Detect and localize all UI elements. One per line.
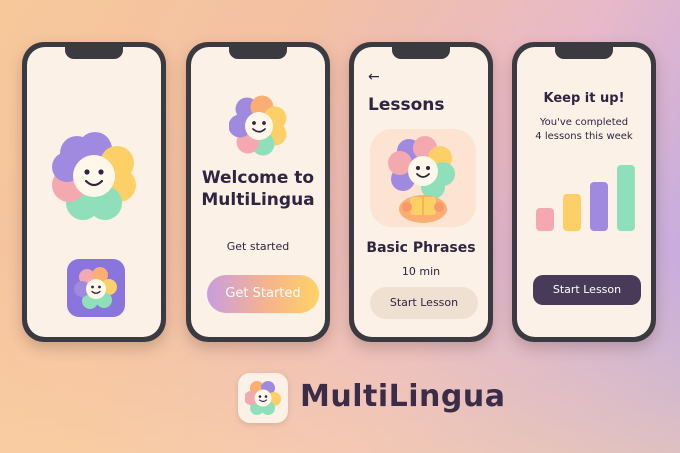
brand-footer: MultiLingua — [238, 373, 505, 425]
progress-bar — [563, 194, 581, 231]
get-started-button[interactable]: Get Started — [207, 275, 319, 313]
splash-screen — [27, 47, 161, 337]
progress-bar — [617, 165, 635, 231]
progress-summary-line1: You've completed — [539, 117, 629, 128]
phone-lessons: ← Lessons Basic Phrases 10 min Start Les… — [349, 42, 493, 342]
lesson-name: Basic Phrases — [366, 240, 476, 256]
welcome-title: Welcome to MultiLingua — [191, 167, 325, 211]
welcome-title-line2: MultiLingua — [201, 190, 315, 210]
flower-mascot-icon — [229, 95, 287, 156]
lesson-duration: 10 min — [401, 265, 441, 278]
flower-mascot-icon — [52, 132, 136, 220]
welcome-subtitle: Get started — [226, 240, 290, 253]
progress-summary-line2: 4 lessons this week — [535, 131, 633, 142]
phone-notch — [392, 47, 450, 59]
start-lesson-button[interactable]: Start Lesson — [533, 275, 641, 305]
phone-notch — [555, 47, 613, 59]
progress-heading: Keep it up! — [543, 91, 625, 106]
progress-bar — [536, 208, 554, 231]
brand-name: MultiLingua — [300, 379, 506, 414]
lessons-screen: ← Lessons Basic Phrases 10 min Start Les… — [354, 47, 488, 337]
phone-notch — [65, 47, 123, 59]
app-icon — [67, 259, 125, 317]
flower-mascot-reading-icon — [388, 136, 455, 223]
progress-summary: You've completed 4 lessons this week — [517, 116, 651, 144]
lessons-title: Lessons — [368, 95, 445, 115]
phone-splash — [22, 42, 166, 342]
welcome-screen: Welcome to MultiLingua Get started Get S… — [191, 47, 325, 337]
progress-bar — [590, 182, 608, 231]
weekly-progress-chart — [533, 159, 641, 231]
brand-logo-tile — [238, 373, 288, 423]
lesson-card[interactable] — [370, 129, 476, 227]
back-arrow-icon[interactable]: ← — [368, 69, 380, 85]
start-lesson-button[interactable]: Start Lesson — [370, 287, 478, 319]
flower-logo-icon — [245, 381, 281, 415]
phone-notch — [229, 47, 287, 59]
progress-screen: Keep it up! You've completed 4 lessons t… — [517, 47, 651, 337]
welcome-title-line1: Welcome to — [201, 168, 315, 188]
phone-welcome: Welcome to MultiLingua Get started Get S… — [186, 42, 330, 342]
phone-progress: Keep it up! You've completed 4 lessons t… — [512, 42, 656, 342]
